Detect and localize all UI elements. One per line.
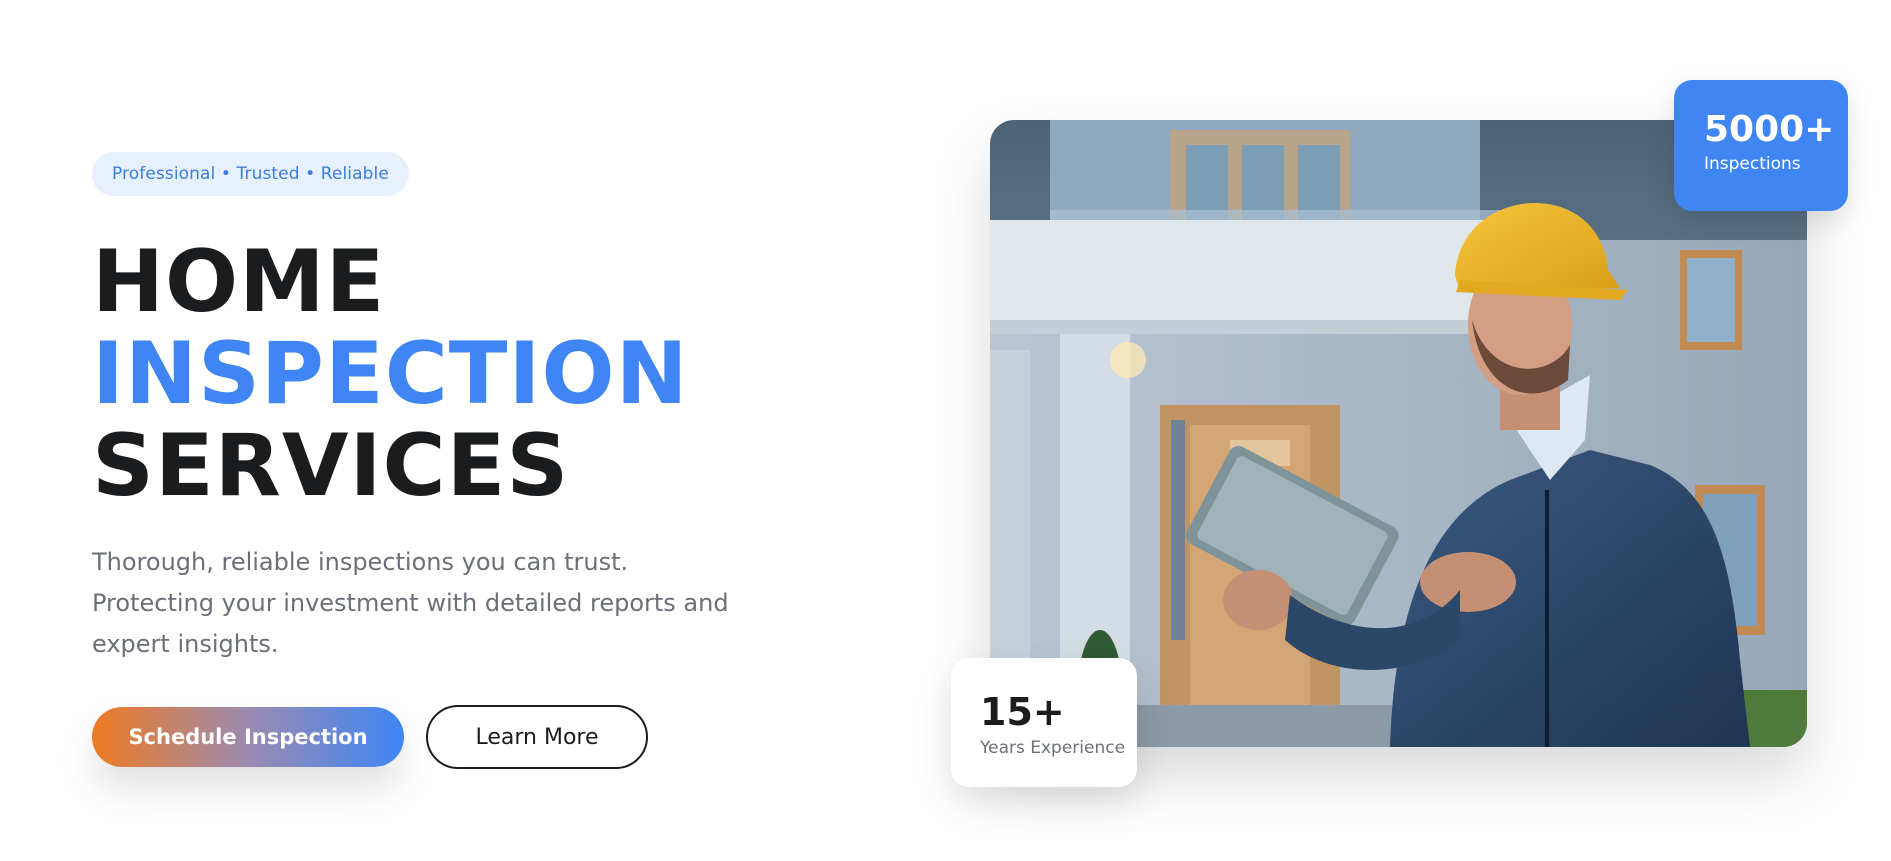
inspections-label: Inspections [1704, 154, 1801, 174]
tagline-badge: Professional • Trusted • Reliable [92, 152, 409, 196]
hero-headline: HOME INSPECTION SERVICES [92, 236, 792, 512]
schedule-inspection-button[interactable]: Schedule Inspection [92, 707, 404, 767]
learn-more-button[interactable]: Learn More [426, 705, 648, 769]
experience-stat-card: 15+ Years Experience [951, 658, 1137, 787]
experience-label: Years Experience [980, 738, 1126, 758]
headline-line-inspection: INSPECTION [92, 324, 689, 424]
inspections-stat-card: 5000+ Inspections [1674, 80, 1848, 211]
inspections-count: 5000+ [1704, 109, 1835, 150]
experience-count: 15+ [980, 690, 1065, 734]
hero-actions: Schedule Inspection Learn More [92, 705, 792, 769]
headline-line-services: SERVICES [92, 416, 570, 516]
headline-line-home: HOME [92, 232, 386, 332]
inspector-photo [990, 120, 1807, 747]
hero-content: Professional • Trusted • Reliable HOME I… [92, 152, 792, 769]
hero-description: Thorough, reliable inspections you can t… [92, 548, 729, 658]
